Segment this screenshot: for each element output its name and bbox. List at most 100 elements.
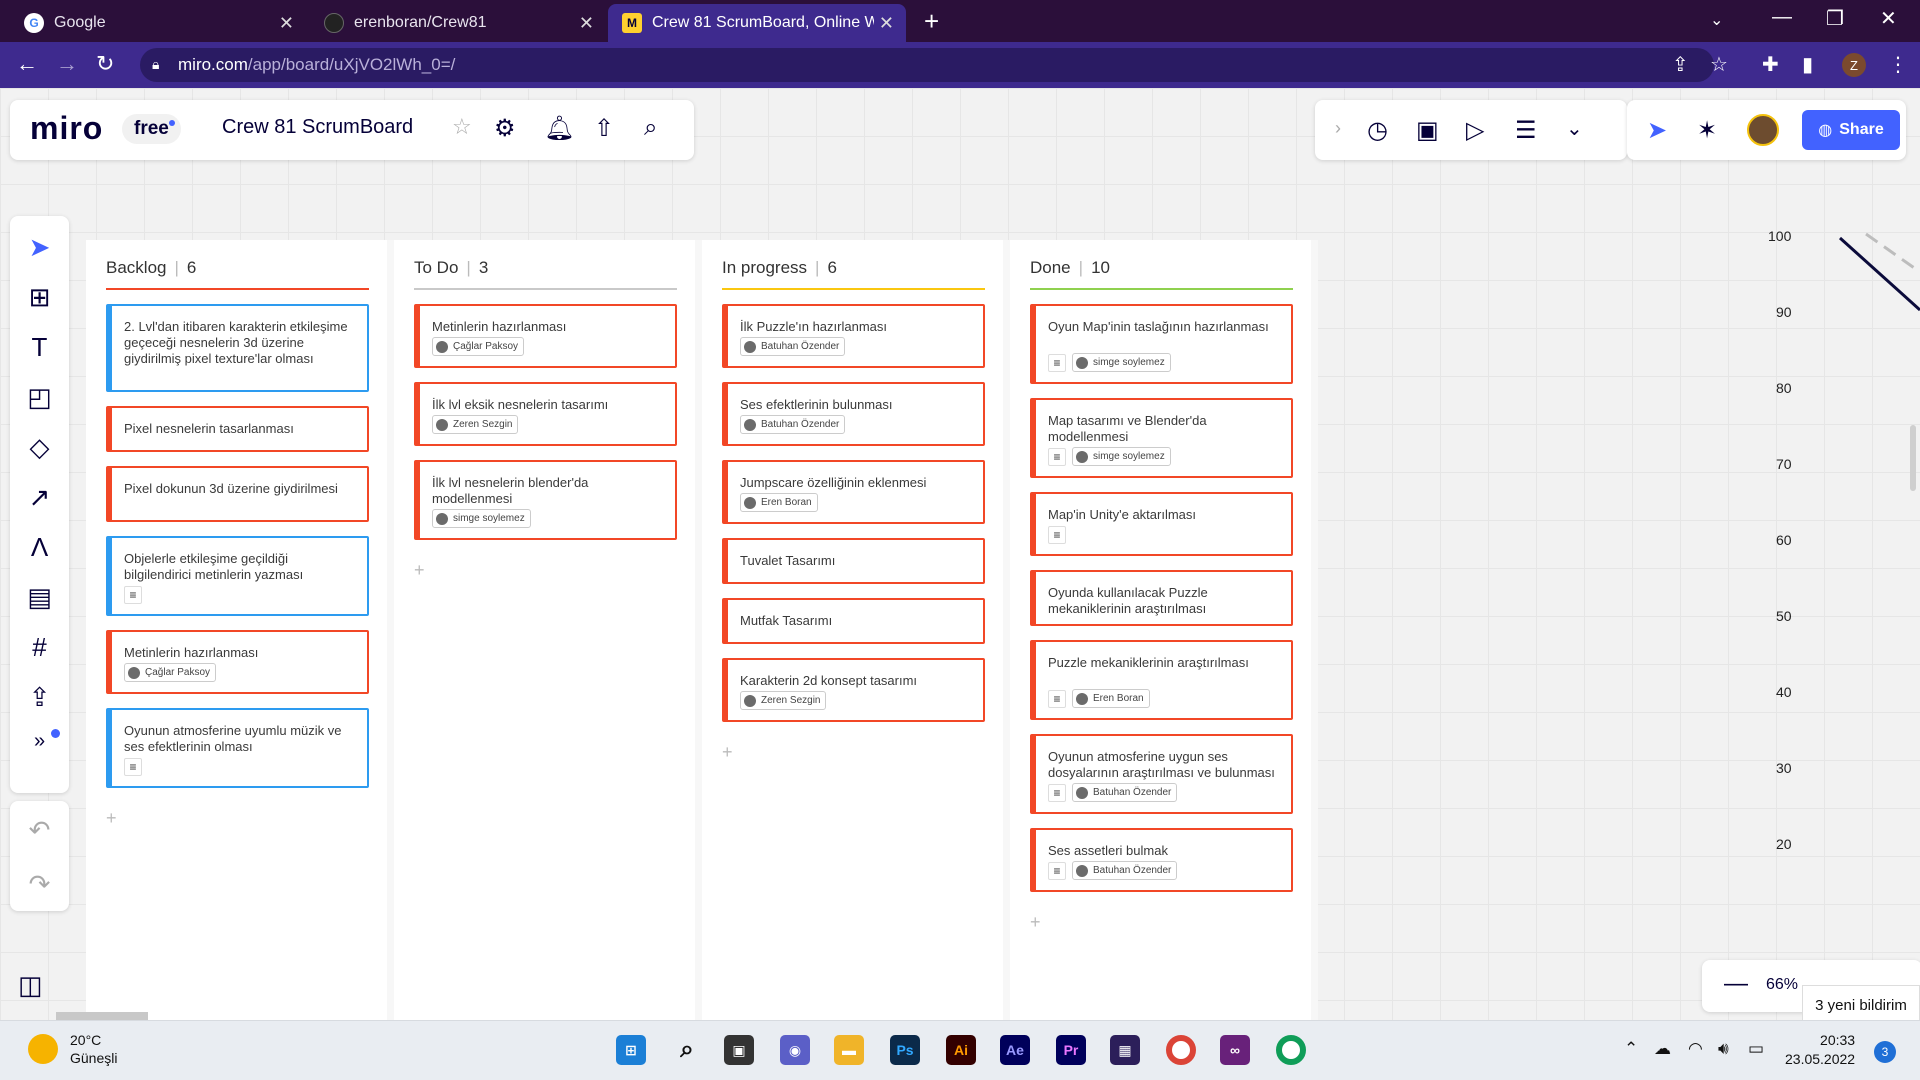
assignee-chip[interactable]: Çağlar Paksoy <box>432 337 525 356</box>
task-card[interactable]: Puzzle mekaniklerinin araştırılması ≡ Eren… <box>1030 640 1293 720</box>
zoom-out-button[interactable]: — <box>1724 970 1748 998</box>
pen-icon[interactable]: Λ <box>10 532 69 563</box>
notes-icon[interactable]: ☰ <box>1515 116 1537 145</box>
side-panel-icon[interactable]: ▮ <box>1802 52 1813 77</box>
description-icon[interactable]: ≡ <box>1048 689 1066 708</box>
connection-line-icon[interactable]: ↗ <box>10 482 69 513</box>
tab-search-icon[interactable]: ⌄ <box>1710 10 1723 30</box>
close-icon[interactable]: ✕ <box>579 13 594 34</box>
description-icon[interactable]: ≡ <box>124 586 142 604</box>
column-header[interactable]: Done | 10 <box>1030 258 1110 278</box>
export-icon[interactable]: ⇧ <box>594 114 614 143</box>
add-card-button[interactable]: + <box>1030 912 1041 933</box>
plan-badge[interactable]: free <box>122 114 181 144</box>
weather-widget[interactable]: 20°C Güneşli <box>28 1031 117 1067</box>
add-card-button[interactable]: + <box>106 808 117 829</box>
assignee-chip[interactable]: Zeren Sezgin <box>740 691 827 710</box>
after-effects-icon[interactable]: Ae <box>1000 1035 1030 1065</box>
task-card[interactable]: İlk Puzzle'ın hazırlanması Batuhan Özende… <box>722 304 985 368</box>
description-icon[interactable]: ≡ <box>1048 526 1066 544</box>
illustrator-icon[interactable]: Ai <box>946 1035 976 1065</box>
tab-google[interactable]: G Google ✕ <box>10 4 306 42</box>
comment-icon[interactable]: ▤ <box>10 582 69 613</box>
assignee-chip[interactable]: simge soylemez <box>432 509 531 528</box>
undo-icon[interactable]: ↶ <box>10 815 69 846</box>
user-avatar[interactable] <box>1747 114 1779 146</box>
media-app-icon[interactable]: ▦ <box>1110 1035 1140 1065</box>
board-title[interactable]: Crew 81 ScrumBoard <box>222 116 413 139</box>
assignee-chip[interactable]: Eren Boran <box>740 493 818 512</box>
task-card[interactable]: Mutfak Tasarımı <box>722 598 985 644</box>
task-card[interactable]: Ses efektlerinin bulunması Batuhan Özende… <box>722 382 985 446</box>
share-page-icon[interactable]: ⇪ <box>1672 52 1689 77</box>
timer-icon[interactable]: ◷ <box>1367 116 1388 145</box>
add-card-button[interactable]: + <box>722 742 733 763</box>
task-card[interactable]: Oyunda kullanılacak Puzzle mekaniklerini… <box>1030 570 1293 626</box>
close-icon[interactable]: ✕ <box>879 13 894 34</box>
tray-chevron-icon[interactable]: ⌃ <box>1624 1039 1638 1059</box>
chevron-right-icon[interactable]: › <box>1335 118 1341 139</box>
task-card[interactable]: Metinlerin hazırlanması Çağlar Paksoy <box>414 304 677 368</box>
add-card-button[interactable]: + <box>414 560 425 581</box>
assignee-chip[interactable]: Batuhan Özender <box>740 337 846 356</box>
task-card[interactable]: Metinlerin hazırlanması Çağlar Paksoy <box>106 630 369 694</box>
wifi-icon[interactable]: ◠ <box>1688 1039 1703 1059</box>
photoshop-icon[interactable]: Ps <box>890 1035 920 1065</box>
chat-icon[interactable]: ◉ <box>780 1035 810 1065</box>
onedrive-icon[interactable]: ☁ <box>1654 1039 1671 1059</box>
battery-icon[interactable]: ▭ <box>1748 1039 1764 1059</box>
more-tools-icon[interactable]: » <box>10 730 69 753</box>
assignee-chip[interactable]: Zeren Sezgin <box>432 415 519 434</box>
task-card[interactable]: Tuvalet Tasarımı <box>722 538 985 584</box>
description-icon[interactable]: ≡ <box>124 758 142 776</box>
assignee-chip[interactable]: simge soylemez <box>1072 447 1171 466</box>
task-card[interactable]: Objelerle etkileşime geçildiği bilgilend… <box>106 536 369 616</box>
frame-icon[interactable]: # <box>10 632 69 663</box>
task-card[interactable]: Map'in Unity'e aktarılması ≡ <box>1030 492 1293 556</box>
task-card[interactable]: Oyunun atmosferine uygun ses dosyalarını… <box>1030 734 1293 814</box>
settings-gear-icon[interactable]: ⚙ <box>494 114 516 143</box>
task-card[interactable]: Pixel dokunun 3d üzerine giydirilmesi <box>106 466 369 522</box>
assignee-chip[interactable]: Batuhan Özender <box>1072 861 1178 880</box>
forward-icon[interactable]: → <box>56 51 78 77</box>
task-card[interactable]: Karakterin 2d konsept tasarımı Zeren Sezg… <box>722 658 985 722</box>
shapes-icon[interactable]: ◇ <box>10 432 69 463</box>
extensions-icon[interactable]: ✚ <box>1762 52 1779 77</box>
task-card[interactable]: Ses assetleri bulmak ≡ Batuhan Özender <box>1030 828 1293 892</box>
task-card[interactable]: İlk lvl eksik nesnelerin tasarımı Zeren S… <box>414 382 677 446</box>
bookmark-star-icon[interactable]: ☆ <box>1710 52 1728 77</box>
description-icon[interactable]: ≡ <box>1048 783 1066 802</box>
system-clock[interactable]: 20:33 23.05.2022 <box>1785 1031 1855 1069</box>
window-close-icon[interactable]: ✕ <box>1880 6 1897 31</box>
profile-avatar[interactable]: Z <box>1842 53 1866 77</box>
description-icon[interactable]: ≡ <box>1048 353 1066 372</box>
tab-github[interactable]: erenboran/Crew81 ✕ <box>310 4 606 42</box>
search-icon[interactable]: ⌕ <box>672 1035 702 1065</box>
search-icon[interactable]: ⌕ <box>644 114 657 142</box>
vertical-scrollbar[interactable] <box>1910 425 1916 491</box>
description-icon[interactable]: ≡ <box>1048 447 1066 466</box>
cursor-follow-icon[interactable]: ➤ <box>1647 116 1667 145</box>
chrome-icon[interactable] <box>1166 1035 1196 1065</box>
task-card[interactable]: Map tasarımı ve Blender'da modellenmesi ≡… <box>1030 398 1293 478</box>
select-tool-icon[interactable]: ➤ <box>10 232 69 263</box>
video-chat-icon[interactable]: ▣ <box>1416 116 1439 145</box>
column-header[interactable]: In progress | 6 <box>722 258 837 278</box>
star-icon[interactable]: ☆ <box>452 114 472 140</box>
upload-icon[interactable]: ⇪ <box>10 682 69 713</box>
miro-logo[interactable]: miro <box>30 110 103 147</box>
task-card[interactable]: Pixel nesnelerin tasarlanması <box>106 406 369 452</box>
restore-icon[interactable]: ❐ <box>1826 6 1844 31</box>
more-chevrons-icon[interactable]: ⌄ <box>1566 116 1583 141</box>
redo-icon[interactable]: ↷ <box>10 869 69 900</box>
chrome-profile-icon[interactable] <box>1276 1035 1306 1065</box>
board-canvas[interactable]: miro free Crew 81 ScrumBoard ☆ ⚙ 🔔︎ ⇧ ⌕ … <box>0 88 1920 1020</box>
presentation-icon[interactable]: ▷ <box>1466 116 1484 145</box>
address-bar[interactable]: 🔒︎ miro.com/app/board/uXjVO2lWh_0=/ <box>140 48 1714 82</box>
file-explorer-icon[interactable]: ▬ <box>834 1035 864 1065</box>
task-card[interactable]: 2. Lvl'dan itibaren karakterin etkileşim… <box>106 304 369 392</box>
column-header[interactable]: Backlog | 6 <box>106 258 196 278</box>
description-icon[interactable]: ≡ <box>1048 861 1066 880</box>
assignee-chip[interactable]: Batuhan Özender <box>740 415 846 434</box>
windows-start-icon[interactable]: ⊞ <box>616 1035 646 1065</box>
